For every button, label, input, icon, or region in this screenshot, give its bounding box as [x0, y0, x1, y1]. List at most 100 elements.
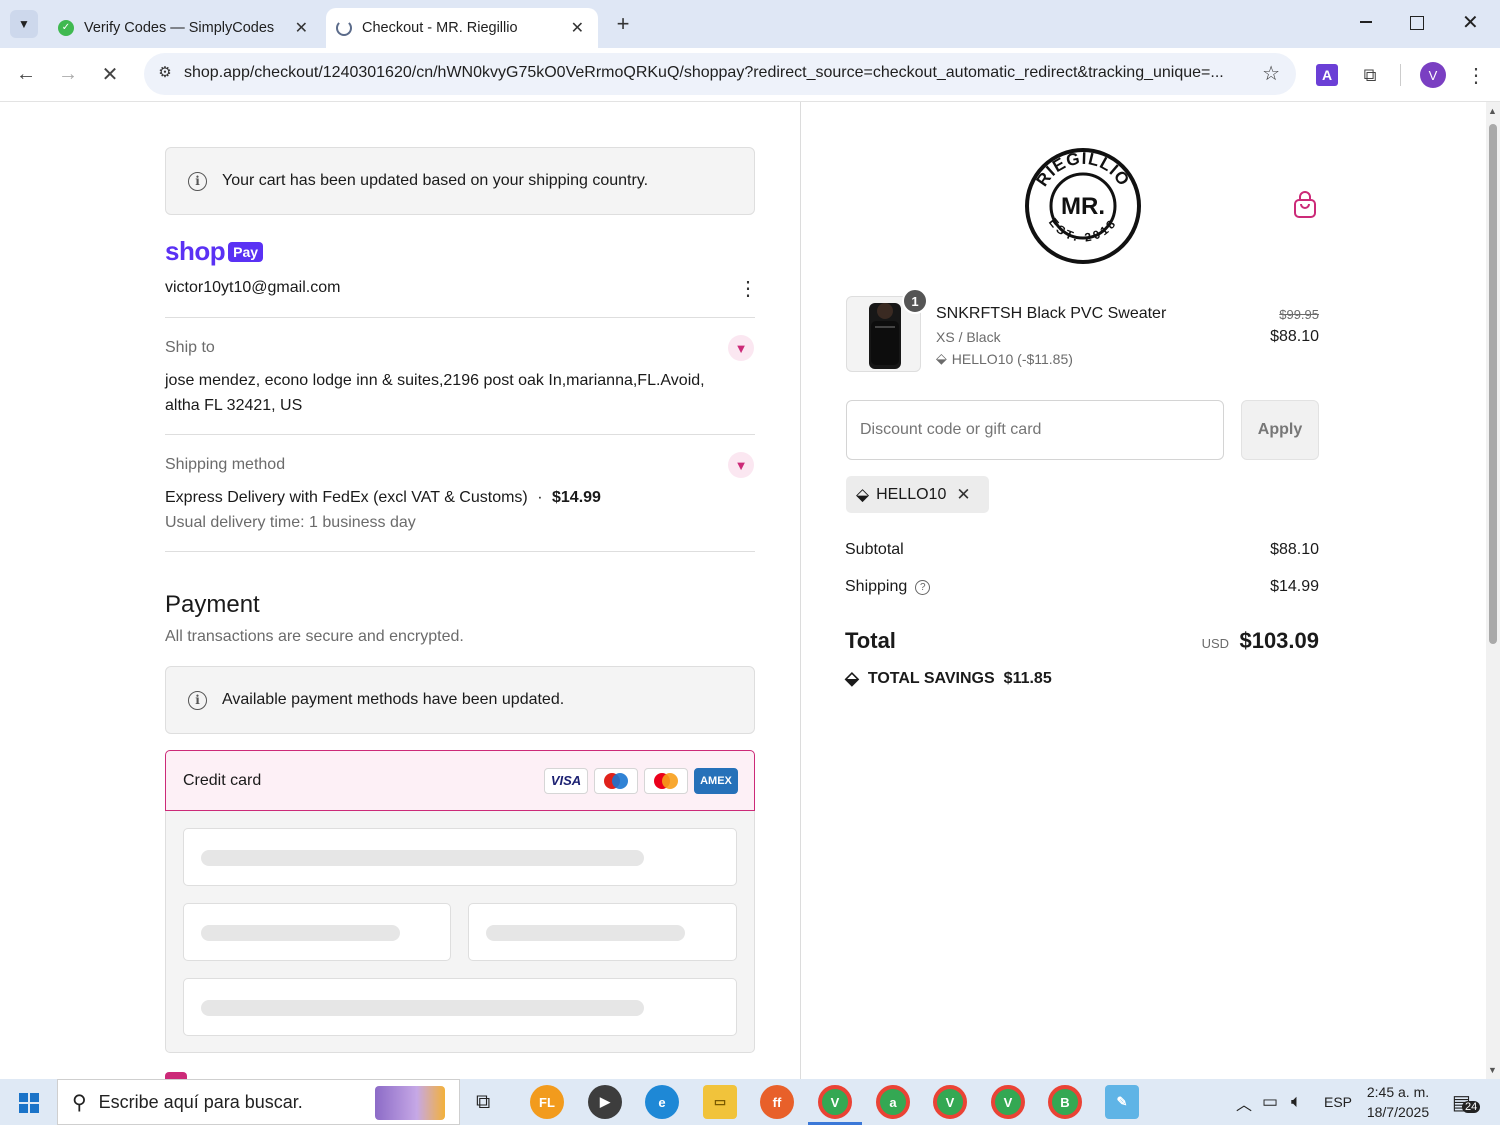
card-number-field-loading[interactable]	[183, 828, 737, 886]
total-savings: ⬙ TOTAL SAVINGS $11.85	[845, 668, 1052, 689]
skeleton-bar	[201, 850, 644, 866]
scrollbar-thumb[interactable]	[1489, 124, 1497, 644]
address-bar[interactable]: ⚙ shop.app/checkout/1240301620/cn/hWN0kv…	[144, 53, 1296, 95]
mastercard-icon	[644, 767, 688, 794]
separator-dot: ·	[537, 489, 543, 506]
page-scrollbar[interactable]: ▲ ▼	[1486, 102, 1500, 1079]
currency-code: USD	[1201, 636, 1230, 651]
item-discount-text: HELLO10 (-$11.85)	[951, 350, 1073, 367]
clock[interactable]: 2:45 a. m. 18/7/2025	[1360, 1082, 1436, 1122]
extensions-puzzle-icon[interactable]: ⧉	[1356, 61, 1384, 89]
windows-start-icon[interactable]	[19, 1093, 39, 1113]
amex-icon: AMEX	[694, 767, 738, 794]
tag-icon: ⬙	[845, 668, 859, 688]
subtotal-value: $88.10	[1270, 541, 1319, 558]
info-icon: i	[188, 690, 207, 710]
item-original-price: $99.95	[1279, 307, 1319, 322]
visa-icon: VISA	[544, 767, 588, 794]
payment-subtext: All transactions are secure and encrypte…	[165, 628, 464, 645]
toolbar-separator	[1400, 64, 1401, 86]
bookmark-star-icon[interactable]: ☆	[1262, 61, 1280, 86]
fl-studio-icon[interactable]: FL	[530, 1085, 564, 1119]
network-icon[interactable]: ▭	[1262, 1092, 1278, 1112]
task-view-icon[interactable]: ⧉	[476, 1091, 490, 1114]
skeleton-bar	[486, 925, 685, 941]
svg-text:MR.: MR.	[1061, 193, 1105, 220]
maestro-icon	[594, 767, 638, 794]
tab-search-dropdown-icon[interactable]: ▼	[10, 10, 38, 38]
apply-button[interactable]: Apply	[1241, 400, 1319, 460]
edge-icon[interactable]: e	[645, 1085, 679, 1119]
ship-to-label: Ship to	[165, 339, 215, 356]
chrome-profile-icon[interactable]: a	[876, 1085, 910, 1119]
notification-count-badge: 24	[1462, 1101, 1481, 1113]
chrome-profile-icon[interactable]: V	[991, 1085, 1025, 1119]
extension-a-icon[interactable]: A	[1316, 64, 1338, 86]
firefox-icon[interactable]: ff	[760, 1085, 794, 1119]
notepad-icon[interactable]: ✎	[1105, 1085, 1139, 1119]
billing-address-checkbox[interactable]	[165, 1072, 187, 1079]
back-icon[interactable]: ←	[12, 60, 40, 88]
show-hidden-icons-icon[interactable]: ︿	[1236, 1091, 1252, 1115]
cart-updated-notice: i Your cart has been updated based on yo…	[165, 147, 755, 215]
account-menu-icon[interactable]: ⋮	[738, 276, 758, 301]
total-value-row: USD $103.09	[1131, 628, 1319, 654]
tab-close-icon[interactable]: ✕	[295, 18, 308, 38]
shipping-method-price: $14.99	[552, 489, 601, 506]
forward-icon[interactable]: →	[54, 60, 82, 88]
menu-kebab-icon[interactable]: ⋮	[1462, 61, 1490, 89]
shipping-value: $14.99	[1270, 578, 1319, 595]
tab-verify-codes[interactable]: ✓ Verify Codes — SimplyCodes ✕	[46, 8, 322, 48]
new-tab-icon[interactable]: +	[610, 10, 636, 38]
total-label: Total	[845, 628, 896, 653]
discount-code-input[interactable]	[846, 400, 1224, 460]
credit-card-option[interactable]: Credit card VISA AMEX	[165, 750, 755, 811]
taskbar-search-box[interactable]: ⚲ Escribe aquí para buscar.	[57, 1079, 460, 1125]
scroll-down-icon[interactable]: ▼	[1488, 1065, 1497, 1075]
volume-icon[interactable]: 🔈︎	[1291, 1091, 1302, 1112]
restore-icon[interactable]	[1410, 16, 1424, 30]
chrome-profile-icon[interactable]: V	[933, 1085, 967, 1119]
site-info-icon[interactable]: ⚙	[154, 63, 176, 85]
cvv-field-loading[interactable]	[468, 903, 737, 961]
order-summary: RIEGILLIO EST. 2018 MR. 1 SNKRFTSH Black…	[800, 102, 1486, 1079]
skeleton-bar	[201, 925, 400, 941]
scroll-up-icon[interactable]: ▲	[1488, 106, 1497, 116]
window-close-icon[interactable]: ✕	[1462, 10, 1479, 35]
profile-avatar[interactable]: V	[1420, 62, 1446, 88]
credit-card-label: Credit card	[183, 771, 262, 789]
payment-heading: Payment	[165, 591, 260, 618]
shop-pay-badge: Pay	[228, 241, 264, 262]
shipping-method-chevron-down-icon[interactable]: ▼	[728, 452, 754, 478]
tab-title: Verify Codes — SimplyCodes	[84, 20, 275, 36]
subtotal-label: Subtotal	[845, 541, 904, 558]
item-quantity-badge: 1	[902, 288, 928, 314]
expiry-field-loading[interactable]	[183, 903, 451, 961]
tab-close-icon[interactable]: ✕	[571, 18, 584, 38]
file-explorer-icon[interactable]: ▭	[703, 1085, 737, 1119]
simplycodes-favicon-icon: ✓	[58, 20, 74, 36]
url-text[interactable]: shop.app/checkout/1240301620/cn/hWN0kvyG…	[184, 64, 1244, 82]
ship-to-address-line2: altha FL 32421, US	[165, 397, 303, 414]
media-player-icon[interactable]: ▶	[588, 1085, 622, 1119]
shipping-method-label: Shipping method	[165, 456, 286, 473]
remove-discount-close-icon[interactable]: ✕	[956, 485, 970, 505]
ship-to-chevron-down-icon[interactable]: ▼	[728, 335, 754, 361]
tag-icon: ⬙	[856, 484, 870, 504]
ship-to-address-line1: jose mendez, econo lodge inn & suites,21…	[165, 372, 705, 389]
tab-checkout[interactable]: Checkout - MR. Riegillio ✕	[326, 8, 598, 48]
savings-label: TOTAL SAVINGS	[867, 669, 995, 687]
help-circle-icon[interactable]: ?	[915, 579, 931, 595]
info-icon: i	[188, 171, 207, 191]
name-on-card-field-loading[interactable]	[183, 978, 737, 1036]
stop-loading-icon[interactable]: ✕	[96, 60, 124, 88]
loading-favicon-icon	[336, 20, 352, 36]
chrome-icon[interactable]: V	[818, 1085, 852, 1119]
delivery-time: Usual delivery time: 1 business day	[165, 514, 416, 531]
minimize-icon[interactable]	[1356, 12, 1376, 32]
chrome-profile-icon[interactable]: B	[1048, 1085, 1082, 1119]
windows-taskbar: ⚲ Escribe aquí para buscar. ⧉ FL ▶ e ▭ f…	[0, 1079, 1500, 1125]
cart-notice-text: Your cart has been updated based on your…	[222, 172, 649, 189]
shopping-bag-icon[interactable]	[1293, 191, 1317, 219]
language-indicator[interactable]: ESP	[1324, 1094, 1352, 1110]
